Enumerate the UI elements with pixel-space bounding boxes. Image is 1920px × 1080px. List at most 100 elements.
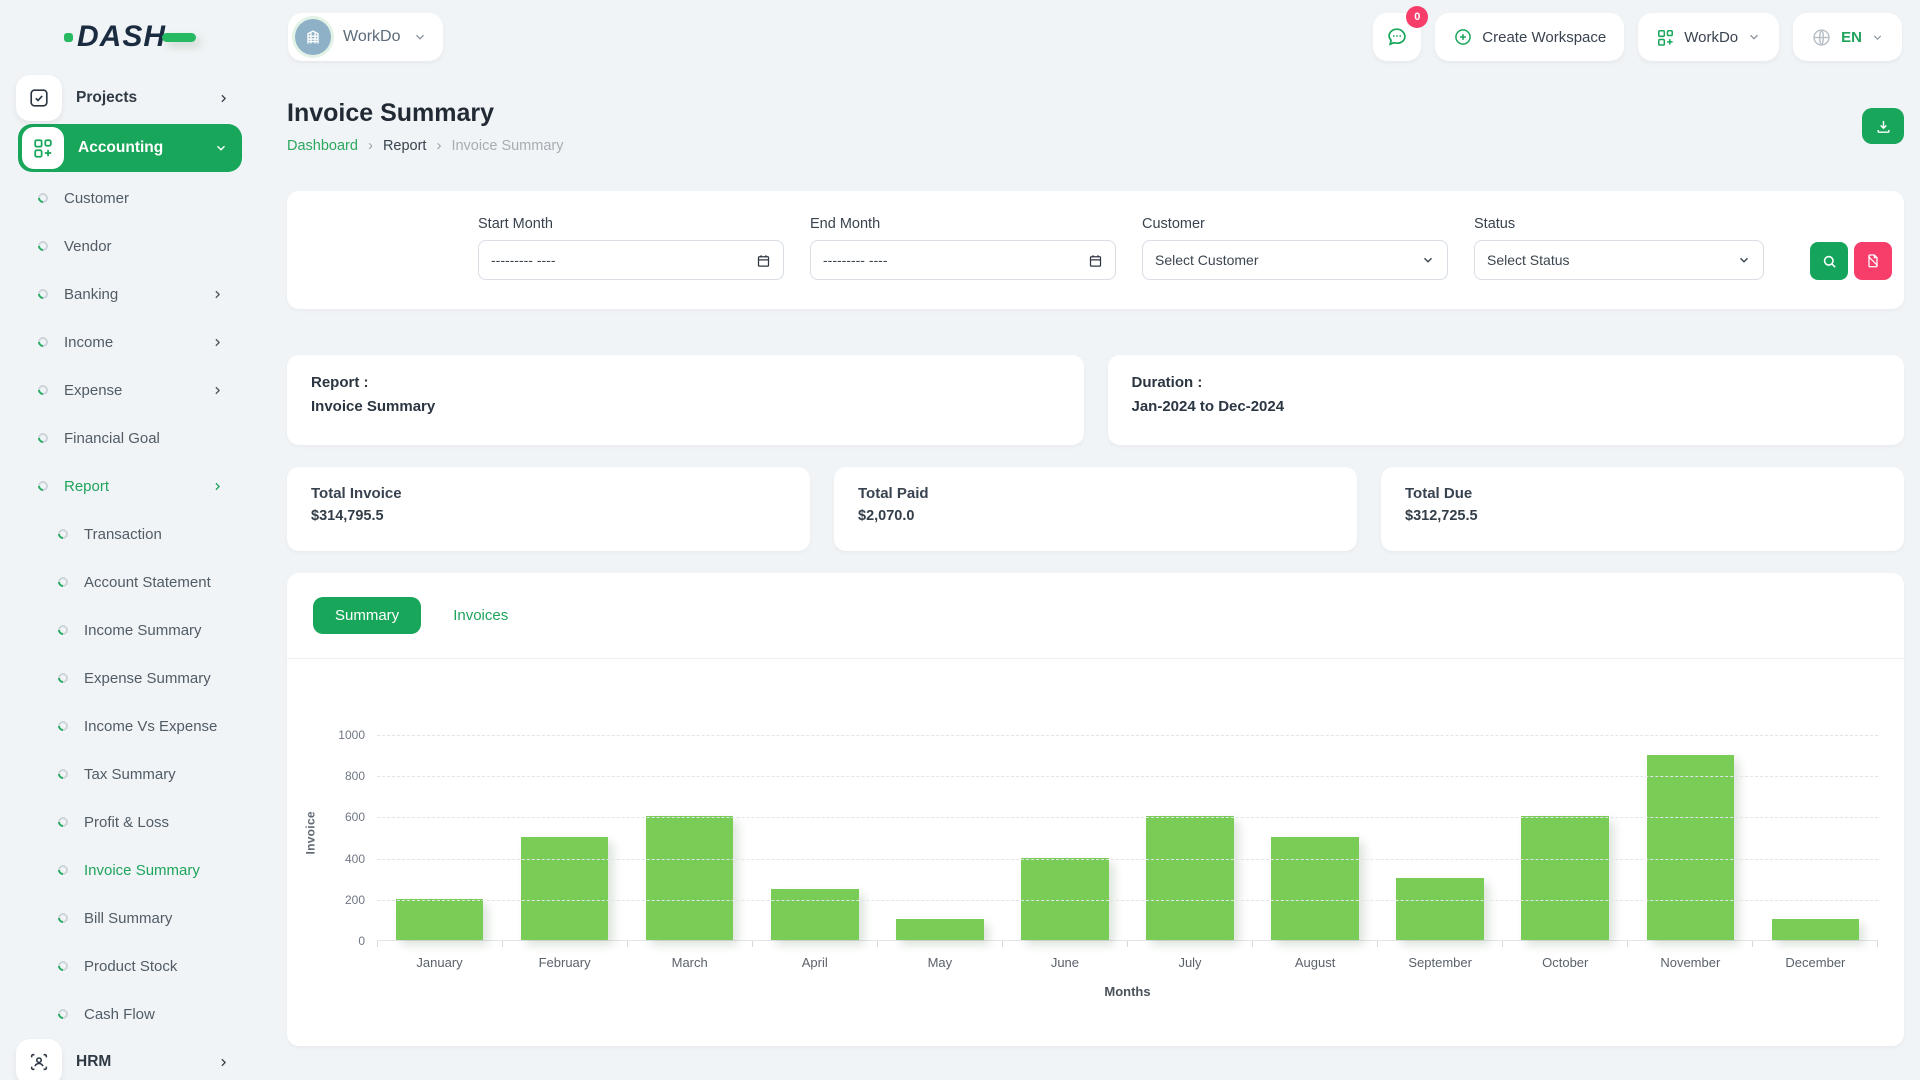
sidebar-item-report[interactable]: Report	[0, 462, 260, 510]
duration-value: Jan-2024 to Dec-2024	[1132, 398, 1881, 415]
chevron-down-icon	[214, 141, 228, 155]
bullet-icon	[36, 479, 50, 493]
messages-button[interactable]: 0	[1373, 13, 1421, 61]
gridline	[377, 900, 1878, 901]
sidebar-item-banking[interactable]: Banking	[0, 270, 260, 318]
gridline	[377, 735, 1878, 736]
sidebar-item-expense-summary[interactable]: Expense Summary	[0, 654, 260, 702]
sidebar-item-transaction[interactable]: Transaction	[0, 510, 260, 558]
sidebar-item-expense[interactable]: Expense	[0, 366, 260, 414]
x-tick-label: August	[1253, 955, 1378, 970]
sidebar-item-financial-goal[interactable]: Financial Goal	[0, 414, 260, 462]
end-month-input[interactable]: --------- ----	[810, 240, 1116, 280]
tab-invoices[interactable]: Invoices	[431, 597, 530, 634]
bullet-icon	[56, 671, 70, 685]
report-value: Invoice Summary	[311, 398, 1060, 415]
end-month-label: End Month	[810, 216, 1116, 232]
sidebar-item-product-stock[interactable]: Product Stock	[0, 942, 260, 990]
bar-october	[1521, 816, 1609, 940]
globe-icon	[1811, 27, 1832, 48]
bullet-icon	[56, 959, 70, 973]
bar-december	[1772, 919, 1860, 940]
tab-summary[interactable]: Summary	[313, 597, 421, 634]
apply-filter-button[interactable]	[1810, 242, 1848, 280]
breadcrumb-separator: ›	[436, 137, 441, 154]
sidebar-item-vendor[interactable]: Vendor	[0, 222, 260, 270]
x-tick-label: November	[1628, 955, 1753, 970]
report-name-card: Report : Invoice Summary	[287, 355, 1084, 445]
bullet-icon	[36, 335, 50, 349]
total-paid-label: Total Paid	[858, 485, 1333, 502]
building-icon	[303, 27, 323, 47]
create-workspace-button[interactable]: Create Workspace	[1435, 13, 1624, 61]
bar-april	[771, 889, 859, 941]
x-tick-label: February	[502, 955, 627, 970]
workspace-menu-button[interactable]: WorkDo	[1638, 13, 1779, 61]
workspace-name: WorkDo	[343, 28, 401, 46]
chevron-right-icon	[211, 384, 224, 397]
sidebar-item-hrm[interactable]: HRM	[0, 1038, 260, 1080]
calendar-icon	[1088, 253, 1103, 268]
chevron-down-icon	[1421, 253, 1435, 267]
dash-logo[interactable]: DASH	[64, 20, 196, 54]
bullet-icon	[36, 287, 50, 301]
customer-field: Customer Select Customer	[1142, 216, 1448, 280]
total-invoice-value: $314,795.5	[311, 508, 786, 524]
total-due-label: Total Due	[1405, 485, 1880, 502]
sidebar-item-projects[interactable]: Projects	[0, 74, 260, 122]
sidebar-item-income-vs-expense[interactable]: Income Vs Expense	[0, 702, 260, 750]
bullet-icon	[36, 239, 50, 253]
chevron-down-icon	[413, 30, 427, 44]
filter-card: Start Month --------- ---- End Month ---…	[287, 191, 1904, 309]
workspace-avatar	[295, 19, 331, 55]
download-report-button[interactable]	[1862, 108, 1904, 144]
invoice-bar-chart: Invoice 02004006008001000 JanuaryFebruar…	[287, 659, 1904, 999]
logo-text: DASH	[77, 20, 166, 54]
sidebar-item-customer[interactable]: Customer	[0, 174, 260, 222]
bar-september	[1396, 878, 1484, 940]
total-invoice-card: Total Invoice $314,795.5	[287, 467, 810, 551]
sidebar-item-income-summary[interactable]: Income Summary	[0, 606, 260, 654]
bar-march	[646, 816, 734, 940]
sidebar-item-profit-loss[interactable]: Profit & Loss	[0, 798, 260, 846]
sidebar-item-invoice-summary[interactable]: Invoice Summary	[0, 846, 260, 894]
sidebar-item-bill-summary[interactable]: Bill Summary	[0, 894, 260, 942]
sidebar-item-accounting[interactable]: Accounting	[18, 124, 242, 172]
stats-row: Total Invoice $314,795.5 Total Paid $2,0…	[287, 467, 1904, 551]
gridline	[377, 859, 1878, 860]
start-month-input[interactable]: --------- ----	[478, 240, 784, 280]
chevron-right-icon	[211, 480, 224, 493]
workspace-menu-label: WorkDo	[1684, 29, 1738, 46]
x-tick-label: March	[627, 955, 752, 970]
customer-select[interactable]: Select Customer	[1142, 240, 1448, 280]
chart-x-ticks	[377, 941, 1878, 947]
workspace-selector[interactable]: WorkDo	[288, 13, 443, 61]
sidebar-item-cash-flow[interactable]: Cash Flow	[0, 990, 260, 1038]
sidebar-item-account-statement[interactable]: Account Statement	[0, 558, 260, 606]
breadcrumb: Dashboard › Report › Invoice Summary	[287, 137, 563, 154]
reset-filter-button[interactable]	[1854, 242, 1892, 280]
total-paid-card: Total Paid $2,070.0	[834, 467, 1357, 551]
duration-label: Duration :	[1132, 374, 1881, 391]
x-tick-label: April	[752, 955, 877, 970]
bar-july	[1146, 816, 1234, 940]
language-selector[interactable]: EN	[1793, 13, 1902, 61]
sidebar-item-income[interactable]: Income	[0, 318, 260, 366]
breadcrumb-dashboard-link[interactable]: Dashboard	[287, 138, 358, 154]
status-select[interactable]: Select Status	[1474, 240, 1764, 280]
report-info-row: Report : Invoice Summary Duration : Jan-…	[287, 355, 1904, 445]
main-content: Invoice Summary Dashboard › Report › Inv…	[260, 74, 1920, 1080]
status-label: Status	[1474, 216, 1764, 232]
breadcrumb-current: Invoice Summary	[451, 138, 563, 154]
chart-card: Summary Invoices Invoice 020040060080010…	[287, 573, 1904, 1046]
sidebar-item-tax-summary[interactable]: Tax Summary	[0, 750, 260, 798]
breadcrumb-report-link[interactable]: Report	[383, 138, 427, 154]
x-tick-label: September	[1378, 955, 1503, 970]
y-tick-label: 800	[345, 769, 365, 783]
bullet-icon	[56, 623, 70, 637]
page-header: Invoice Summary Dashboard › Report › Inv…	[287, 99, 1904, 154]
start-month-field: Start Month --------- ----	[478, 216, 784, 280]
bar-february	[521, 837, 609, 940]
y-tick-label: 600	[345, 810, 365, 824]
bar-november	[1647, 755, 1735, 940]
